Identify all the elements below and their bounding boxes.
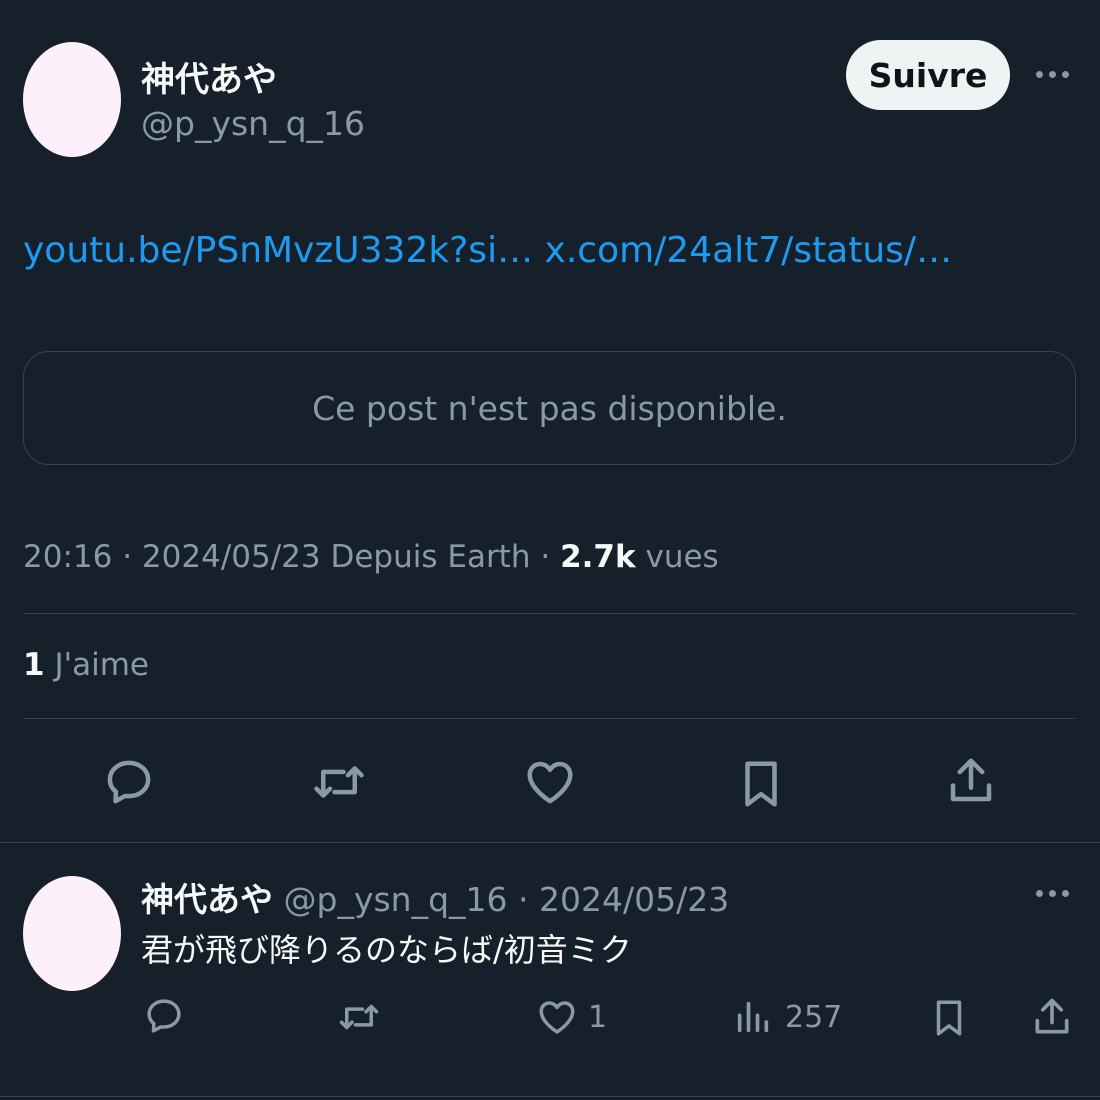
- reply-date[interactable]: · 2024/05/23: [518, 880, 729, 919]
- repost-arrows-icon: [339, 1004, 379, 1030]
- author-name[interactable]: 神代あや: [141, 52, 277, 101]
- share-upload-icon: [1035, 998, 1069, 1034]
- likes-count: 1: [23, 647, 45, 683]
- more-dots-icon[interactable]: [1036, 890, 1069, 897]
- post-meta: 20:16 · 2024/05/23 Depuis Earth · 2.7k v…: [23, 539, 719, 575]
- share-upload-icon: [950, 758, 992, 802]
- reply-button[interactable]: [102, 755, 156, 809]
- reply-views-count: 257: [785, 999, 843, 1035]
- unavailable-message: Ce post n'est pas disponible.: [312, 388, 787, 428]
- like-button[interactable]: [523, 755, 577, 809]
- post-time[interactable]: 20:16: [23, 539, 112, 575]
- divider: [0, 1096, 1100, 1097]
- reply-handle[interactable]: @p_ysn_q_16: [284, 880, 508, 919]
- post-source: Depuis Earth: [330, 539, 531, 575]
- likes-label: J'aime: [54, 647, 149, 683]
- repost-button[interactable]: [311, 755, 367, 809]
- follow-button[interactable]: Suivre: [846, 40, 1010, 110]
- reply-repost-button[interactable]: [336, 996, 382, 1038]
- bookmark-icon: [936, 1000, 962, 1036]
- repost-arrows-icon: [314, 766, 364, 798]
- divider: [23, 718, 1076, 719]
- reply-avatar[interactable]: [23, 876, 121, 991]
- status-link[interactable]: x.com/24alt7/status/…: [545, 230, 953, 271]
- share-button[interactable]: [944, 753, 998, 809]
- heart-icon: [527, 761, 573, 804]
- divider: [23, 613, 1076, 614]
- heart-icon: [539, 1001, 575, 1034]
- more-dots-icon[interactable]: [1036, 71, 1069, 78]
- reply-bookmark-button[interactable]: [928, 995, 970, 1041]
- bar-chart-icon: [737, 1001, 769, 1033]
- reply-views-button[interactable]: 257: [733, 996, 842, 1038]
- speech-bubble-icon: [107, 760, 151, 804]
- views-count: 2.7k: [560, 539, 636, 575]
- post-date[interactable]: 2024/05/23: [142, 539, 321, 575]
- speech-bubble-icon: [147, 999, 181, 1033]
- bookmark-icon: [745, 761, 777, 807]
- quoted-post-card: Ce post n'est pas disponible.: [23, 351, 1076, 465]
- reply-text: 君が飛び降りるのならば/初音ミク: [141, 931, 632, 969]
- reply-author-name[interactable]: 神代あや: [141, 880, 273, 919]
- author-handle[interactable]: @p_ysn_q_16: [141, 104, 365, 143]
- reply-like-count: 1: [588, 999, 608, 1035]
- bookmark-button[interactable]: [734, 755, 788, 813]
- reply-like-button[interactable]: 1: [536, 996, 607, 1038]
- reply-header: 神代あや @p_ysn_q_16 · 2024/05/23: [141, 873, 729, 921]
- reply-reply-button[interactable]: [143, 995, 185, 1037]
- post-text: youtu.be/PSnMvzU332k?si… x.com/24alt7/st…: [23, 230, 952, 271]
- author-avatar[interactable]: [23, 42, 121, 157]
- youtube-link[interactable]: youtu.be/PSnMvzU332k?si…: [23, 230, 533, 271]
- reply-share-button[interactable]: [1030, 994, 1074, 1040]
- views-label: vues: [645, 539, 719, 575]
- divider: [0, 842, 1100, 843]
- likes-summary[interactable]: 1 J'aime: [23, 647, 149, 683]
